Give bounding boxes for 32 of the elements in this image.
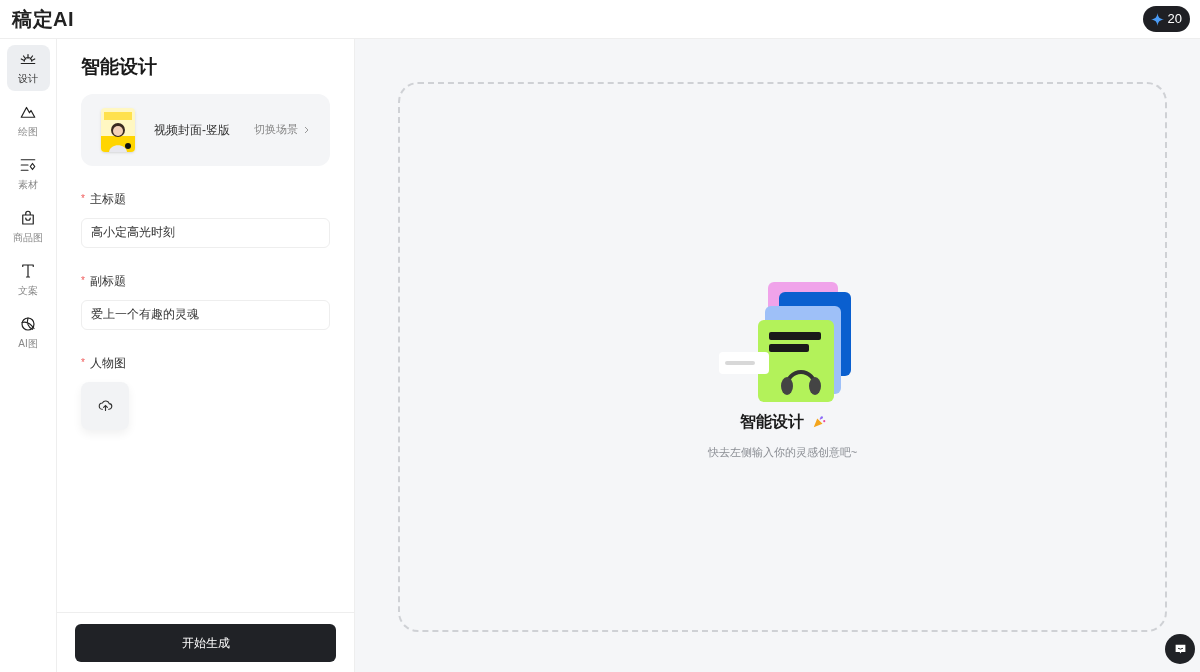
credits-count: 20	[1167, 10, 1182, 29]
chat-button[interactable]	[1165, 634, 1195, 664]
text-field[interactable]: 爱上一个有趣的灵魂	[81, 299, 330, 330]
generate-button[interactable]: 开始生成	[75, 623, 336, 662]
text-icon	[19, 262, 37, 280]
canvas-hint: 快去左侧输入你的灵感创意吧~	[707, 444, 858, 460]
party-popper-icon	[811, 414, 826, 429]
required-mark: *	[81, 192, 85, 206]
scene-card[interactable]: 视频封面-竖版 切换场景	[81, 93, 330, 166]
chevron-right-icon	[302, 125, 310, 134]
nav-item[interactable]: 绘图	[6, 98, 50, 144]
canvas-title: 智能设计	[739, 411, 804, 432]
bag-icon	[19, 209, 37, 227]
chat-icon	[1173, 642, 1187, 656]
cloud-upload-icon	[97, 398, 113, 413]
list-sparkle-icon	[19, 156, 37, 174]
field-label: 人物图	[89, 354, 126, 372]
required-mark: *	[81, 356, 85, 370]
nav-item[interactable]: 设计	[6, 45, 50, 91]
field-label: 副标题	[89, 272, 126, 290]
text-field[interactable]: 高小定高光时刻	[81, 217, 330, 248]
credits-badge[interactable]: 20	[1142, 6, 1190, 32]
field-label: 主标题	[89, 190, 126, 208]
panel-title: 智能设计	[81, 55, 158, 79]
nav-item[interactable]: 素材	[6, 151, 50, 197]
nav-item[interactable]: 文案	[6, 257, 50, 303]
sparkle-icon	[1150, 12, 1164, 26]
logo: 稿定AI	[12, 7, 74, 32]
required-mark: *	[81, 274, 85, 288]
nav-item[interactable]: 商品图	[6, 204, 50, 250]
scene-name: 视频封面-竖版	[154, 121, 230, 139]
nav-item[interactable]: AI图	[6, 310, 50, 356]
